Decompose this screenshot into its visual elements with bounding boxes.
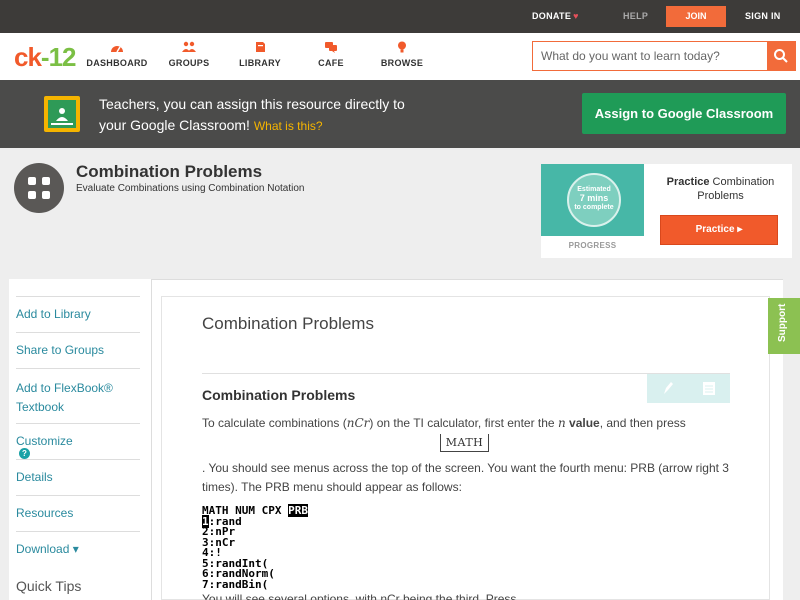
sidebar-download[interactable]: Download ▾ xyxy=(16,531,140,567)
p1-part-a: To calculate combinations ( xyxy=(202,416,347,430)
sidebar-label: Add to FlexBook® Textbook xyxy=(16,381,113,414)
calc-prb: PRB xyxy=(288,504,308,517)
sidebar-details[interactable]: Details xyxy=(16,459,140,495)
sidebar-label: Download ▾ xyxy=(16,542,79,556)
sidebar-add-to-library[interactable]: Add to Library xyxy=(16,296,140,332)
search-icon xyxy=(774,49,788,63)
sidebar-label: Details xyxy=(16,470,53,484)
practice-title-rest: Combination Problems xyxy=(697,176,775,202)
article-paragraph-2: . You should see menus across the top of… xyxy=(202,461,729,494)
practice-thumbnail: Estimated 7 mins to complete xyxy=(541,164,644,236)
support-tab[interactable]: Support xyxy=(768,298,800,354)
support-label: Support xyxy=(777,303,788,342)
practice-title-bold: Practice xyxy=(666,176,710,188)
help-icon[interactable]: ? xyxy=(19,448,30,459)
library-icon xyxy=(256,42,265,52)
sidebar-share-to-groups[interactable]: Share to Groups xyxy=(16,332,140,368)
help-link[interactable]: HELP xyxy=(623,11,648,21)
banner-line2: your Google Classroom! xyxy=(99,117,250,133)
sidebar-resources[interactable]: Resources xyxy=(16,495,140,531)
notes-icon[interactable] xyxy=(703,382,715,395)
logo-ck: ck xyxy=(14,42,42,72)
sidebar-customize[interactable]: Customize? xyxy=(16,423,140,459)
google-classroom-text: Teachers, you can assign this resource d… xyxy=(99,94,499,137)
donate-label: DONATE xyxy=(532,11,572,21)
nav-library[interactable]: LIBRARY xyxy=(225,41,295,68)
progress-label: PROGRESS xyxy=(568,241,617,250)
p1-math-n: n xyxy=(557,416,566,430)
nav-library-label: LIBRARY xyxy=(239,58,281,68)
p1-math-ncr: nCr xyxy=(346,416,370,430)
nav-browse-label: BROWSE xyxy=(380,58,424,68)
estimated-mins: 7 mins xyxy=(579,193,609,203)
p1-part-c: , and then press xyxy=(599,416,686,430)
nav-dashboard-label: DASHBOARD xyxy=(86,58,148,68)
practice-button-label: Practice xyxy=(695,224,735,235)
page-title: Combination Problems xyxy=(76,162,263,181)
edit-toolbar xyxy=(647,374,730,403)
nav-dashboard[interactable]: DASHBOARD xyxy=(82,41,152,68)
join-button[interactable]: JOIN xyxy=(666,6,726,27)
nav-cafe[interactable]: CAFE xyxy=(296,41,366,68)
quick-tips-heading[interactable]: Quick Tips xyxy=(16,578,81,594)
page-subtitle: Evaluate Combinations using Combination … xyxy=(76,183,305,194)
search-bar xyxy=(532,41,796,71)
chevron-right-icon: ▸ xyxy=(737,224,743,235)
p1-part-b: ) on the TI calculator, first enter the xyxy=(369,416,558,430)
nav-groups-label: GROUPS xyxy=(168,58,210,68)
nav-groups[interactable]: GROUPS xyxy=(154,41,224,68)
signin-link[interactable]: SIGN IN xyxy=(745,11,781,21)
main-nav: ck-12 DASHBOARD GROUPS LIBRARY CAFE BROW… xyxy=(0,33,800,80)
practice-button[interactable]: Practice ▸ xyxy=(660,215,778,245)
concept-icon xyxy=(14,163,64,213)
calculator-screen: MATH NUM CPX PRB 1:rand 2:nPr 3:nCr 4:! … xyxy=(202,504,308,591)
heart-icon: ♥ xyxy=(573,11,579,21)
estimated-time-badge: Estimated 7 mins to complete xyxy=(567,173,621,227)
sidebar-label: Resources xyxy=(16,506,74,520)
article-paragraph-3: You will see several options, with nCr b… xyxy=(202,592,517,600)
groups-icon xyxy=(182,41,196,52)
dashboard-icon xyxy=(111,46,123,53)
google-classroom-icon xyxy=(44,96,80,132)
sidebar-label: Share to Groups xyxy=(16,343,105,357)
article-title: Combination Problems xyxy=(202,314,374,333)
search-button[interactable] xyxy=(767,42,795,70)
cafe-icon xyxy=(325,42,337,53)
sidebar-add-to-flexbook[interactable]: Add to FlexBook® Textbook xyxy=(16,368,140,423)
browse-icon xyxy=(398,41,406,53)
banner-line1: Teachers, you can assign this resource d… xyxy=(99,96,405,112)
article-heading: Combination Problems xyxy=(202,387,356,403)
assign-google-classroom-button[interactable]: Assign to Google Classroom xyxy=(582,93,786,134)
ck12-logo[interactable]: ck-12 xyxy=(14,42,76,73)
nav-browse[interactable]: BROWSE xyxy=(367,41,437,68)
search-input[interactable] xyxy=(541,48,761,64)
logo-12: -12 xyxy=(40,42,77,72)
what-is-this-link[interactable]: What is this? xyxy=(254,119,323,133)
to-complete-label: to complete xyxy=(574,204,614,211)
nav-cafe-label: CAFE xyxy=(318,58,344,68)
sidebar-label: Add to Library xyxy=(16,307,91,321)
p1-value: value xyxy=(569,416,600,430)
top-bar: DONATE ♥ HELP JOIN SIGN IN xyxy=(0,0,800,33)
practice-title: Practice Combination Problems xyxy=(653,175,788,203)
practice-card: Estimated 7 mins to complete PROGRESS Pr… xyxy=(541,164,792,258)
article-paragraph-1: To calculate combinations (nCr) on the T… xyxy=(202,414,732,433)
sidebar-label: Customize xyxy=(16,434,73,448)
left-sidebar: Add to Library Share to Groups Add to Fl… xyxy=(9,279,151,600)
donate-link[interactable]: DONATE ♥ xyxy=(532,11,579,21)
math-key: MATH xyxy=(440,434,489,452)
calc-line: 7:randBin( xyxy=(202,577,269,591)
pencil-icon[interactable] xyxy=(664,382,673,394)
